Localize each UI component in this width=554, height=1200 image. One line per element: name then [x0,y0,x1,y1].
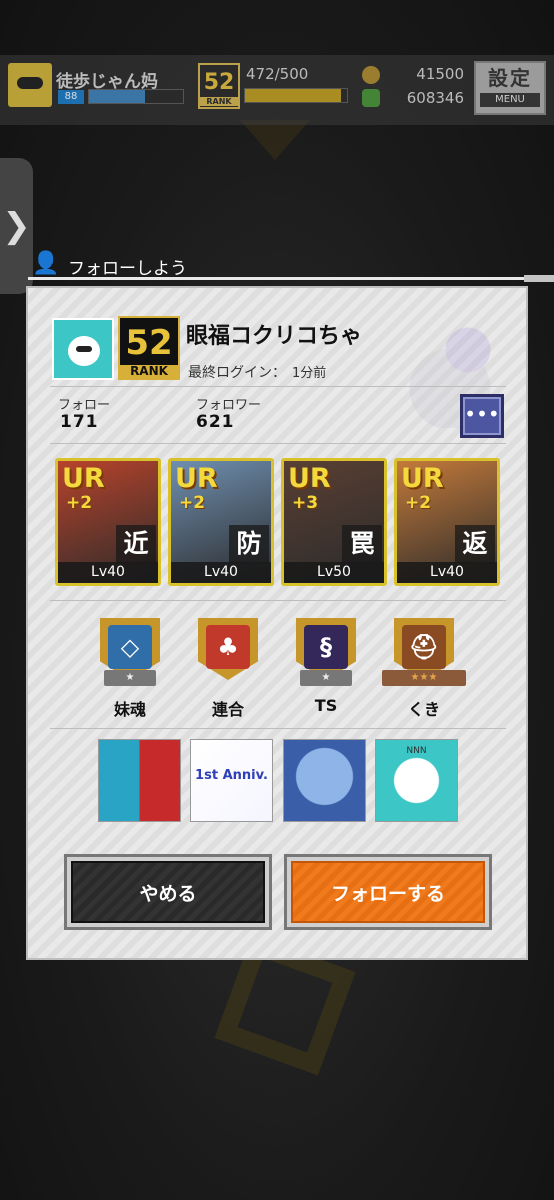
section-title: フォローしよう [68,259,187,279]
more-options-button[interactable]: ••• [460,394,504,438]
level-badge: 88 [58,90,84,104]
card-plus: +2 [66,493,93,513]
profile-rank-number: 52 [125,323,173,363]
divider [50,443,506,444]
menu-kanji: 設定 [488,66,532,90]
player-rank-number: 52 [203,70,235,95]
gem-icon [362,89,380,107]
medal[interactable]: ♣ [198,618,258,684]
last-login: 最終ログイン： 1分前 [188,362,326,382]
coin-count: 41500 [416,65,464,83]
card-type: 罠 [342,525,382,563]
divider [50,728,506,729]
player-rank-badge: 52 RANK [198,63,240,109]
card-type: 近 [116,525,156,563]
stamina-bar [244,88,348,103]
follow-label: フォロー [58,398,111,413]
card-level: Lv40 [397,562,497,583]
stamp-1st-anniv[interactable]: 1st Anniv. [190,739,273,822]
player-rank-label: RANK [200,97,238,106]
more-icon: ••• [464,402,500,426]
medal-label: 連合 [211,700,244,719]
coin-icon [362,66,380,84]
card-type: 防 [229,525,269,563]
player-avatar[interactable] [8,63,52,107]
medal[interactable]: ⛑ ★★★ [382,618,466,686]
side-drawer-tab[interactable]: ❯ [0,158,33,294]
last-login-value: 1分前 [292,366,327,381]
follower-count: 621 [196,412,235,432]
stamina-fill [245,89,342,102]
divider [50,386,506,387]
person-add-icon: 👤 [32,251,60,276]
follow-dialog: 52 RANK 眼福コクリコちゃ 最終ログイン： 1分前 フォロー 171 フォロワ… [26,286,528,960]
follow-button-label: フォローする [291,861,485,923]
medal-label: 妹魂 [113,700,146,719]
medal-stars: ★★★ [382,670,466,686]
divider [50,600,506,601]
level-progress-fill [89,90,146,103]
section-divider [28,275,554,282]
stamp-face-split[interactable] [98,739,181,822]
medal-icon: ◇ [120,633,140,661]
follower-label: フォロワー [196,398,262,413]
card-plus: +3 [292,493,319,513]
medal-label: くき [407,700,440,719]
card-level: Lv40 [171,562,271,583]
medal[interactable]: ◇ ★ [100,618,160,686]
chevron-right-icon: ❯ [2,206,31,246]
medal-icon: ⛑ [408,633,440,661]
medal-icon: § [320,633,332,661]
character-card[interactable]: UR +3 罠 Lv50 [281,458,387,586]
card-rarity: UR [175,463,218,494]
status-bar: 徒歩じゃん妈 88 52 RANK 472/500 41500 608346 設定… [0,55,554,125]
character-card[interactable]: UR +2 近 Lv40 [55,458,161,586]
level-progress-bar [88,89,184,104]
follow-button[interactable]: フォローする [284,854,492,930]
profile-rank-badge: 52 RANK [118,316,180,380]
gem-count: 608346 [406,89,464,107]
card-level: Lv50 [284,562,384,583]
medal-stars: ★ [104,670,156,686]
cancel-button-label: やめる [71,861,265,923]
stamp-text: NNN [406,746,427,756]
card-rarity: UR [62,463,105,494]
card-rarity: UR [288,463,331,494]
card-level: Lv40 [58,562,158,583]
card-plus: +2 [405,493,432,513]
stamp-nnn[interactable]: NNN [375,739,458,822]
medal[interactable]: § ★ [296,618,356,686]
profile-avatar[interactable] [52,318,114,380]
stamp-rem[interactable] [283,739,366,822]
medal-label: TS [314,696,338,715]
card-rarity: UR [401,463,444,494]
stamina-text: 472/500 [246,65,309,83]
menu-label: MENU [480,93,540,107]
card-plus: +2 [179,493,206,513]
profile-rank-label: RANK [120,365,178,378]
card-type: 返 [455,525,495,563]
cancel-button[interactable]: やめる [64,854,272,930]
medal-stars: ★ [300,670,352,686]
profile-name: 眼福コクリコちゃ [186,324,363,349]
follow-count: 171 [60,412,99,432]
menu-button[interactable]: 設定 MENU [474,61,546,115]
character-card[interactable]: UR +2 返 Lv40 [394,458,500,586]
last-login-label: 最終ログイン： [188,365,286,381]
medal-icon: ♣ [217,633,239,661]
character-card[interactable]: UR +2 防 Lv40 [168,458,274,586]
stamp-text: 1st Anniv. [195,768,268,783]
